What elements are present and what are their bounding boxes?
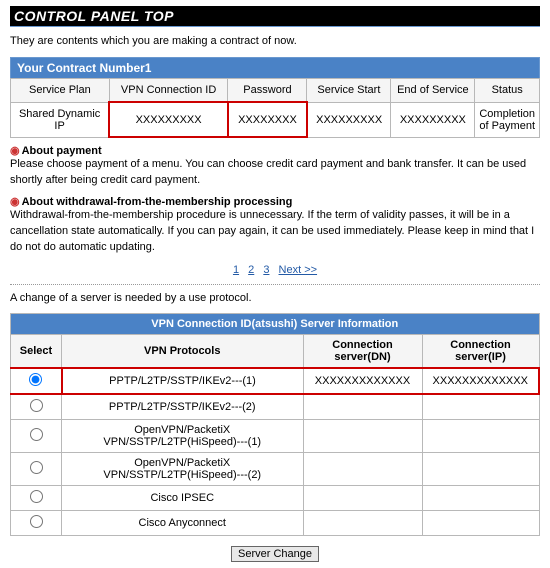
col-dn: Connection server(DN) <box>303 334 422 368</box>
divider <box>10 284 540 285</box>
page-1[interactable]: 1 <box>233 264 239 276</box>
cell-ip <box>422 485 539 510</box>
val-start: XXXXXXXXX <box>307 102 391 137</box>
table-row: PPTP/L2TP/SSTP/IKEv2---(2) <box>11 394 540 420</box>
page-3[interactable]: 3 <box>263 264 269 276</box>
payment-note-body: Please choose payment of a menu. You can… <box>10 157 540 189</box>
radio-select[interactable] <box>30 399 43 412</box>
col-status: Status <box>475 79 540 103</box>
radio-select[interactable] <box>29 373 42 386</box>
col-password: Password <box>228 79 307 103</box>
val-end: XXXXXXXXX <box>391 102 475 137</box>
col-end-service: End of Service <box>391 79 475 103</box>
col-service-start: Service Start <box>307 79 391 103</box>
col-service-plan: Service Plan <box>11 79 110 103</box>
radio-select[interactable] <box>30 428 43 441</box>
cell-protocol: Cisco IPSEC <box>62 485 304 510</box>
col-select: Select <box>11 334 62 368</box>
withdraw-note-title: ◉About withdrawal-from-the-membership pr… <box>10 195 540 208</box>
val-password: XXXXXXXX <box>228 102 307 137</box>
bullet-icon: ◉ <box>10 196 20 208</box>
val-vpn-id: XXXXXXXXX <box>109 102 228 137</box>
intro-text: They are contents which you are making a… <box>10 35 540 47</box>
radio-select[interactable] <box>30 515 43 528</box>
cell-protocol: PPTP/L2TP/SSTP/IKEv2---(1) <box>62 368 304 394</box>
server-change-button[interactable]: Server Change <box>231 546 319 562</box>
radio-select[interactable] <box>30 490 43 503</box>
page-next[interactable]: Next >> <box>279 264 318 276</box>
page-2[interactable]: 2 <box>248 264 254 276</box>
bullet-icon: ◉ <box>10 145 20 157</box>
cell-ip <box>422 419 539 452</box>
val-service-plan: Shared Dynamic IP <box>11 102 110 137</box>
cell-dn <box>303 485 422 510</box>
cell-protocol: PPTP/L2TP/SSTP/IKEv2---(2) <box>62 394 304 420</box>
table-row: OpenVPN/PacketiX VPN/SSTP/L2TP(HiSpeed)-… <box>11 452 540 485</box>
col-vpn-id: VPN Connection ID <box>109 79 228 103</box>
pager: 1 2 3 Next >> <box>10 264 540 276</box>
cell-dn: XXXXXXXXXXXXX <box>303 368 422 394</box>
radio-select[interactable] <box>30 461 43 474</box>
cell-ip <box>422 394 539 420</box>
val-status: Completion of Payment <box>475 102 540 137</box>
cell-ip <box>422 452 539 485</box>
server-info-table: VPN Connection ID(atsushi) Server Inform… <box>10 313 540 536</box>
table-row: PPTP/L2TP/SSTP/IKEv2---(1) XXXXXXXXXXXXX… <box>11 368 540 394</box>
cell-protocol: OpenVPN/PacketiX VPN/SSTP/L2TP(HiSpeed)-… <box>62 452 304 485</box>
table-row: Cisco IPSEC <box>11 485 540 510</box>
col-protocols: VPN Protocols <box>62 334 304 368</box>
contract-header: Your Contract Number1 <box>11 58 540 79</box>
payment-note-title: ◉About payment <box>10 144 540 157</box>
change-note: A change of a server is needed by a use … <box>10 291 540 307</box>
cell-dn <box>303 394 422 420</box>
withdraw-note-body: Withdrawal-from-the-membership procedure… <box>10 208 540 256</box>
server-info-header: VPN Connection ID(atsushi) Server Inform… <box>11 313 540 334</box>
cell-ip: XXXXXXXXXXXXX <box>422 368 539 394</box>
cell-protocol: OpenVPN/PacketiX VPN/SSTP/L2TP(HiSpeed)-… <box>62 419 304 452</box>
col-ip: Connection server(IP) <box>422 334 539 368</box>
table-row: OpenVPN/PacketiX VPN/SSTP/L2TP(HiSpeed)-… <box>11 419 540 452</box>
cell-dn <box>303 419 422 452</box>
cell-dn <box>303 452 422 485</box>
page-title: CONTROL PANEL TOP <box>10 6 540 27</box>
contract-table: Your Contract Number1 Service Plan VPN C… <box>10 57 540 138</box>
